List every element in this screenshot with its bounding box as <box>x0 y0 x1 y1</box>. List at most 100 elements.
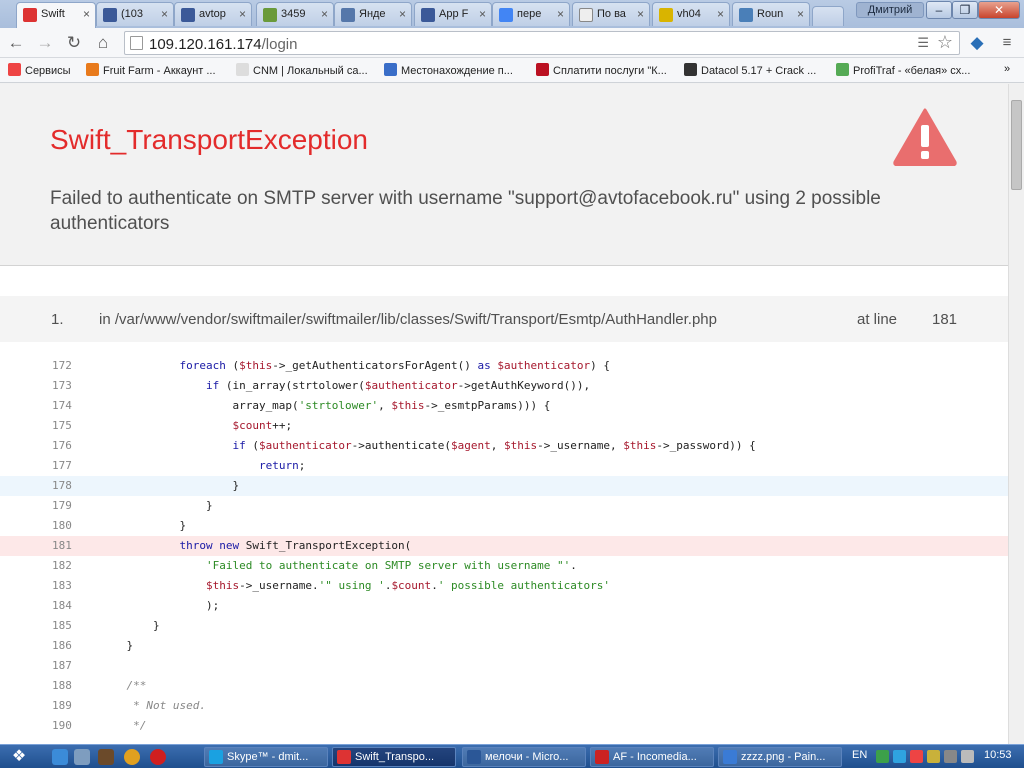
bookmark-item[interactable]: Fruit Farm - Аккаунт ... <box>86 63 216 77</box>
task-app-icon <box>209 750 223 764</box>
roundcube-icon <box>739 8 753 22</box>
stack-trace-row[interactable]: 1. in /var/www/vendor/swiftmailer/swiftm… <box>0 296 1008 342</box>
code-line: 189 * Not used. <box>0 696 1008 716</box>
browser-tab-strip: Swift × (103 × avtop × 3459 × Янде × App F × пере × По… <box>0 0 1024 28</box>
browser-tab[interactable]: Roun × <box>732 2 810 26</box>
bookmark-label: Datacol 5.17 + Crack ... <box>701 65 817 77</box>
close-tab-icon[interactable]: × <box>717 7 724 21</box>
line-number: 172 <box>52 359 72 372</box>
close-tab-icon[interactable]: × <box>239 7 246 21</box>
google-icon <box>499 8 513 22</box>
line-source: } <box>100 519 187 532</box>
close-tab-icon[interactable]: × <box>161 7 168 21</box>
bookmark-item[interactable]: Сплатити послуги "К... <box>536 63 667 77</box>
volume-icon[interactable] <box>961 750 974 763</box>
address-bar[interactable]: 109.120.161.174/login ☰ ☆ <box>124 31 960 55</box>
bookmark-star-icon[interactable]: ☆ <box>937 32 953 53</box>
skype-tray-icon[interactable] <box>893 750 906 763</box>
browser-tab[interactable]: avtop × <box>174 2 252 26</box>
close-tab-icon[interactable]: × <box>479 7 486 21</box>
code-line: 174 array_map('strtolower', $this->_esmt… <box>0 396 1008 416</box>
tab-label: Янде <box>359 8 386 20</box>
browser-tab[interactable]: vh04 × <box>652 2 730 26</box>
app-icon[interactable] <box>98 749 114 765</box>
bookmark-item[interactable]: Сервисы <box>8 63 71 77</box>
close-tab-icon[interactable]: × <box>797 7 804 21</box>
bookmark-item[interactable]: Datacol 5.17 + Crack ... <box>684 63 816 77</box>
exception-header: Swift_TransportException Failed to authe… <box>0 84 1008 266</box>
close-tab-icon[interactable]: × <box>637 7 644 21</box>
close-tab-icon[interactable]: × <box>83 7 90 21</box>
clock[interactable]: 10:53 <box>984 749 1012 761</box>
code-line: 178 } <box>0 476 1008 496</box>
code-line: 187 <box>0 656 1008 676</box>
back-icon[interactable]: ← <box>5 32 27 54</box>
scrollbar-thumb[interactable] <box>1011 100 1022 190</box>
ie-icon[interactable] <box>52 749 68 765</box>
home-icon[interactable]: ⌂ <box>92 32 114 54</box>
network-icon[interactable] <box>944 750 957 763</box>
translate-icon[interactable]: ☰ <box>917 35 929 51</box>
line-source: if ($authenticator->authenticate($agent,… <box>232 439 756 452</box>
line-source: * Not used. <box>100 699 206 712</box>
taskbar-task[interactable]: AF - Incomedia... <box>590 747 714 767</box>
code-line: 172 foreach ($this->_getAuthenticatorsFo… <box>0 356 1008 376</box>
extension-icon[interactable]: ◆ <box>966 32 988 54</box>
browser-tab[interactable]: 3459 × <box>256 2 334 26</box>
forward-icon[interactable]: → <box>34 32 56 54</box>
taskbar-task[interactable]: zzzz.png - Pain... <box>718 747 842 767</box>
line-number: 173 <box>52 379 72 392</box>
tab-label: Swift <box>41 8 65 20</box>
more-bookmarks-icon[interactable]: » <box>1004 63 1010 75</box>
taskbar-task[interactable]: Swift_Transpo... <box>332 747 456 767</box>
start-button[interactable]: ❖ <box>2 745 36 768</box>
facebook-icon <box>103 8 117 22</box>
show-desktop-icon[interactable] <box>74 749 90 765</box>
chrome-icon[interactable] <box>124 749 140 765</box>
browser-tab[interactable]: Янде × <box>334 2 412 26</box>
bookmark-item[interactable]: ProfiTraf - «белая» сх... <box>836 63 970 77</box>
close-tab-icon[interactable]: × <box>399 7 406 21</box>
taskbar-task[interactable]: Skype™ - dmit... <box>204 747 328 767</box>
browser-tab[interactable]: App F × <box>414 2 492 26</box>
bookmark-item[interactable]: CNM | Локальный са... <box>236 63 368 77</box>
taskbar-task[interactable]: мелочи - Micro... <box>462 747 586 767</box>
bookmark-item[interactable]: Местонахождение п... <box>384 63 513 77</box>
close-tab-icon[interactable]: × <box>321 7 328 21</box>
code-line: 184 ); <box>0 596 1008 616</box>
reload-icon[interactable]: ↻ <box>63 32 85 54</box>
line-source: if (in_array(strtolower($authenticator->… <box>205 379 591 392</box>
code-line: 180 } <box>0 516 1008 536</box>
menu-icon[interactable]: ≡ <box>996 32 1018 54</box>
bookmark-label: Сервисы <box>25 65 71 77</box>
minimize-button[interactable]: – <box>926 1 952 19</box>
line-source: } <box>100 479 240 492</box>
close-window-button[interactable]: ✕ <box>978 1 1020 19</box>
page-scrollbar[interactable] <box>1008 84 1024 744</box>
tray-icon[interactable] <box>910 750 923 763</box>
new-tab-button[interactable] <box>812 6 844 26</box>
browser-tab[interactable]: По ва × <box>572 2 650 26</box>
browser-tab[interactable]: пере × <box>492 2 570 26</box>
task-label: Swift_Transpo... <box>355 751 435 763</box>
tray-icon[interactable] <box>927 750 940 763</box>
bookmarks-bar: Сервисы Fruit Farm - Аккаунт ... CNM | Лок… <box>0 58 1024 83</box>
tab-label: пере <box>517 8 542 20</box>
browser-tab[interactable]: (103 × <box>96 2 174 26</box>
bookmark-label: Сплатити послуги "К... <box>553 65 667 77</box>
line-source: $this->_username.'" using '.$count.' pos… <box>205 579 610 592</box>
tray-icon[interactable] <box>876 750 889 763</box>
opera-icon[interactable] <box>150 749 166 765</box>
exception-title: Swift_TransportException <box>50 124 368 155</box>
line-source: 'Failed to authenticate on SMTP server w… <box>205 559 577 572</box>
close-tab-icon[interactable]: × <box>557 7 564 21</box>
language-indicator[interactable]: EN <box>852 749 867 761</box>
line-source: $count++; <box>232 419 293 432</box>
task-label: Skype™ - dmit... <box>227 751 309 763</box>
bookmark-icon <box>8 63 21 76</box>
browser-tab[interactable]: Swift × <box>16 2 96 28</box>
task-label: мелочи - Micro... <box>485 751 569 763</box>
code-line: 177 return; <box>0 456 1008 476</box>
profile-button[interactable]: Дмитрий <box>856 2 924 18</box>
maximize-button[interactable]: ❐ <box>952 1 978 19</box>
